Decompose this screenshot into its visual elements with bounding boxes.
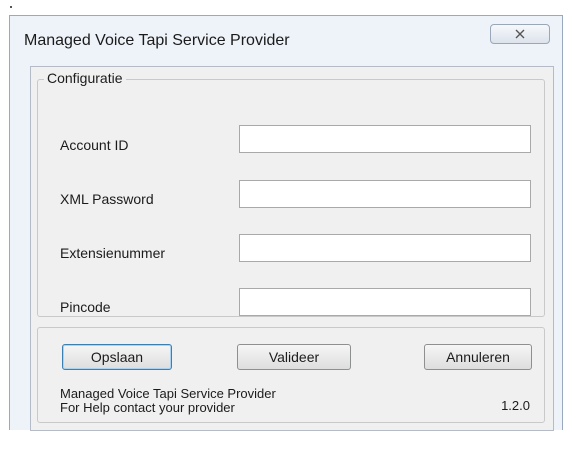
extensienummer-label: Extensienummer	[60, 245, 166, 261]
account-id-input[interactable]	[239, 125, 531, 153]
stray-dot	[10, 6, 12, 8]
xml-password-label: XML Password	[60, 191, 154, 207]
close-x-icon	[515, 29, 525, 39]
account-id-label: Account ID	[60, 137, 129, 153]
footer-product-name: Managed Voice Tapi Service Provider	[60, 386, 276, 401]
pincode-input[interactable]	[239, 288, 531, 316]
close-button[interactable]	[490, 24, 550, 44]
configuratie-groupbox: Configuratie Account ID XML Password Ext…	[37, 70, 545, 317]
version-label: 1.2.0	[501, 398, 530, 413]
cancel-button[interactable]: Annuleren	[424, 344, 532, 370]
window-title: Managed Voice Tapi Service Provider	[24, 32, 290, 49]
footer-help-text: For Help contact your provider	[60, 400, 235, 415]
save-button[interactable]: Opslaan	[62, 344, 172, 370]
dialog-window: Managed Voice Tapi Service Provider Conf…	[9, 15, 563, 431]
validate-button[interactable]: Valideer	[237, 344, 351, 370]
extensienummer-input[interactable]	[239, 234, 531, 262]
actions-groupbox: Opslaan Valideer Annuleren Managed Voice…	[37, 327, 545, 423]
groupbox-legend: Configuratie	[44, 70, 126, 86]
xml-password-input[interactable]	[239, 180, 531, 208]
dialog-client-area: Configuratie Account ID XML Password Ext…	[30, 66, 554, 431]
pincode-label: Pincode	[60, 299, 111, 315]
